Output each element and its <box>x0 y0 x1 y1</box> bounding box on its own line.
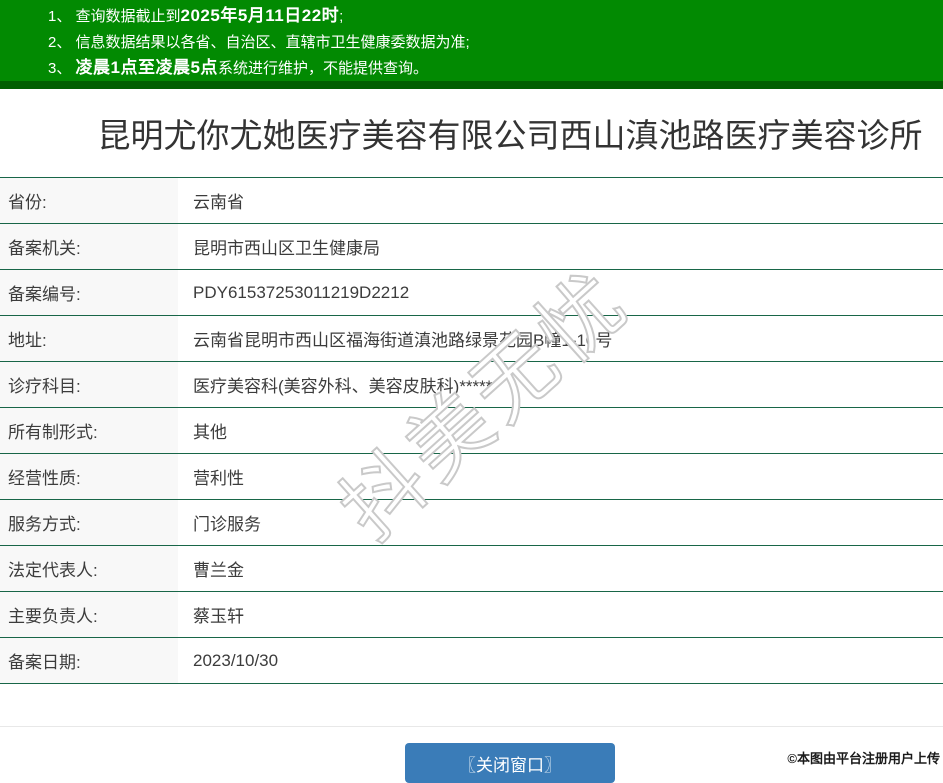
table-row: 地址: 云南省昆明市西山区福海街道滇池路绿景花园B幢1-10号 <box>0 315 943 362</box>
field-label: 主要负责人: <box>0 592 178 638</box>
notice-item: 1、 查询数据截止到2025年5月11日22时; <box>48 3 943 29</box>
table-row: 诊疗科目: 医疗美容科(美容外科、美容皮肤科)****** <box>0 361 943 408</box>
table-row: 服务方式: 门诊服务 <box>0 499 943 546</box>
notice-text: ; <box>339 8 344 25</box>
field-label: 经营性质: <box>0 454 178 500</box>
notice-item: 2、 信息数据结果以各省、自治区、直辖市卫生健康委数据为准; <box>48 29 943 55</box>
field-label: 备案机关: <box>0 224 178 270</box>
notice-text: 系统进行维护，不能提供查询。 <box>217 60 428 77</box>
field-value: 昆明市西山区卫生健康局 <box>193 239 380 259</box>
field-label: 服务方式: <box>0 500 178 546</box>
field-value: 2023/10/30 <box>193 650 279 670</box>
field-label: 备案日期: <box>0 638 178 684</box>
field-value: 医疗美容科(美容外科、美容皮肤科)****** <box>193 377 500 397</box>
field-label: 备案编号: <box>0 270 178 316</box>
notice-banner: 1、 查询数据截止到2025年5月11日22时; 2、 信息数据结果以各省、自治… <box>0 0 943 81</box>
table-row: 省份: 云南省 <box>0 177 943 224</box>
record-table: 省份: 云南省 备案机关: 昆明市西山区卫生健康局 备案编号: PDY61537… <box>0 177 943 685</box>
field-value: 营利性 <box>193 469 244 489</box>
close-window-button[interactable]: 〖关闭窗口〗 <box>405 743 615 783</box>
table-row: 所有制形式: 其他 <box>0 407 943 454</box>
field-value: 门诊服务 <box>193 515 261 535</box>
field-value: 蔡玉轩 <box>193 607 244 627</box>
field-value: 曹兰金 <box>193 561 244 581</box>
notice-text: 3、 <box>48 60 76 77</box>
table-row: 主要负责人: 蔡玉轩 <box>0 591 943 638</box>
table-row: 法定代表人: 曹兰金 <box>0 545 943 592</box>
field-label: 法定代表人: <box>0 546 178 592</box>
notice-item: 3、 凌晨1点至凌晨5点系统进行维护，不能提供查询。 <box>48 55 943 81</box>
notice-text-bold: 2025年5月11日22时 <box>180 6 340 25</box>
notice-text: 1、 查询数据截止到 <box>48 8 181 25</box>
field-label: 省份: <box>0 178 178 224</box>
field-label: 地址: <box>0 316 178 362</box>
upload-credit-label: ©本图由平台注册用户上传 <box>787 751 940 766</box>
page-content: 1、 查询数据截止到2025年5月11日22时; 2、 信息数据结果以各省、自治… <box>0 0 943 783</box>
field-value: 云南省 <box>193 193 244 213</box>
banner-bottom-strip <box>0 81 943 89</box>
field-label: 所有制形式: <box>0 408 178 454</box>
notice-text-bold: 凌晨1点至凌晨5点 <box>75 58 218 77</box>
table-row: 备案日期: 2023/10/30 <box>0 637 943 684</box>
table-row: 备案机关: 昆明市西山区卫生健康局 <box>0 223 943 270</box>
table-row: 备案编号: PDY61537253011219D2212 <box>0 269 943 316</box>
notice-text: 2、 信息数据结果以各省、自治区、直辖市卫生健康委数据为准; <box>48 34 470 51</box>
page-title: 昆明尤你尤她医疗美容有限公司西山滇池路医疗美容诊所 <box>97 117 923 154</box>
field-value: 其他 <box>193 423 227 443</box>
field-label: 诊疗科目: <box>0 362 178 408</box>
field-value: 云南省昆明市西山区福海街道滇池路绿景花园B幢1-10号 <box>193 331 613 351</box>
field-value: PDY61537253011219D2212 <box>193 282 410 302</box>
table-row: 经营性质: 营利性 <box>0 453 943 500</box>
